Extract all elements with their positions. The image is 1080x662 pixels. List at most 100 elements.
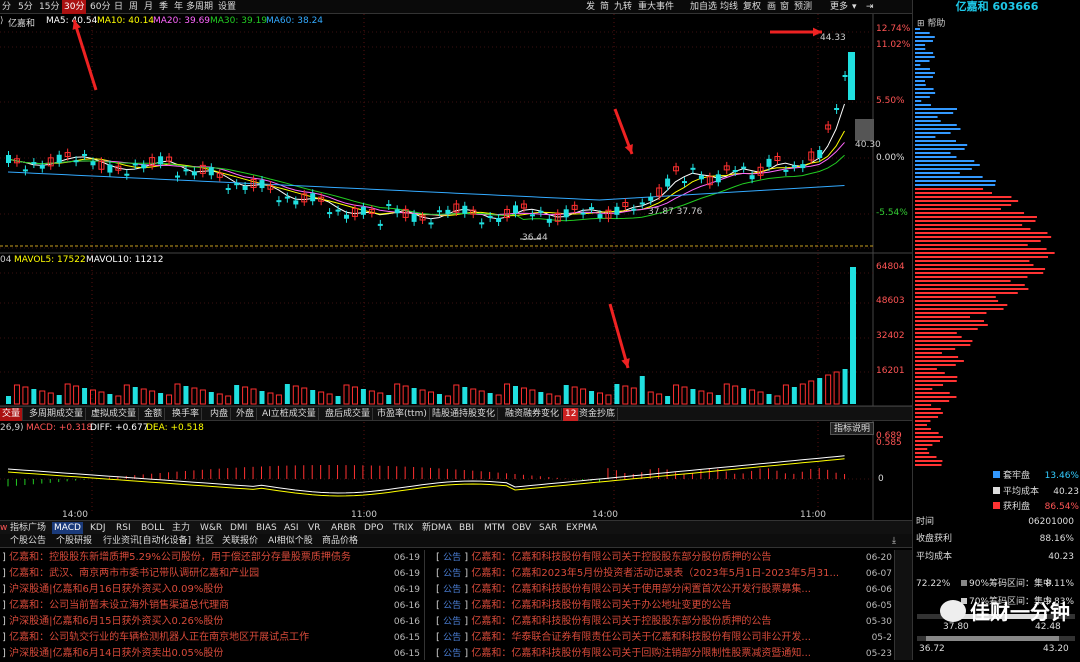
itab-asi[interactable]: ASI	[284, 522, 299, 534]
tool-draw[interactable]: 画	[767, 0, 776, 14]
tool-jian[interactable]: 简	[600, 0, 609, 14]
candle-body	[259, 180, 265, 189]
news-item[interactable]: ] 亿嘉和：武汉、南京两市市委书记带队调研亿嘉和产业园 06-19	[2, 566, 422, 582]
vtab-capital-bottom[interactable]: 资金抄底	[577, 408, 619, 421]
high-price-label: 44.33	[820, 33, 846, 43]
announcement-item[interactable]: [ 公告 ] 亿嘉和：亿嘉和2023年5月份投资者活动记录表（2023年5月1日…	[436, 566, 894, 582]
period-week[interactable]: 周	[127, 0, 140, 14]
ntab-community[interactable]: 社区	[196, 534, 214, 548]
candle-body	[445, 209, 451, 214]
tool-ma[interactable]: 均线	[720, 0, 738, 14]
itab-wr[interactable]: W&R	[200, 522, 222, 534]
news-item[interactable]: ] 沪深股通|亿嘉和6月16日获外资买入0.09%股份 06-19	[2, 582, 422, 598]
itab-dpo[interactable]: DPO	[364, 522, 383, 534]
itab-rsi[interactable]: RSI	[116, 522, 131, 534]
download-icon[interactable]: ⤓	[892, 534, 896, 548]
itab-bbi[interactable]: BBI	[459, 522, 474, 534]
period-quarter[interactable]: 季	[157, 0, 170, 14]
news-item[interactable]: ] 亿嘉和：公司当前暂未设立海外销售渠道总代理商 06-16	[2, 598, 422, 614]
tool-jiuzhuan[interactable]: 九转	[614, 0, 632, 14]
tool-major-events[interactable]: 重大事件	[638, 0, 674, 14]
itab-expma[interactable]: EXPMA	[566, 522, 597, 534]
itab-mtm[interactable]: MTM	[484, 522, 505, 534]
vtab-after-hours[interactable]: 盘后成交量	[323, 408, 374, 421]
period-month[interactable]: 月	[142, 0, 155, 14]
chip-bar	[915, 444, 933, 446]
announcement-item[interactable]: [ 公告 ] 亿嘉和：亿嘉和科技股份有限公司关于控股股东部分股份质押的公告 06-…	[436, 550, 894, 566]
volume-bar	[326, 393, 333, 405]
chip-bar	[915, 160, 975, 162]
itab-square[interactable]: 指标广场	[10, 522, 46, 534]
ntab-related-quotes[interactable]: 关联报价	[222, 534, 258, 548]
itab-boll[interactable]: BOLL	[141, 522, 164, 534]
candle-body	[276, 200, 282, 203]
announcement-item[interactable]: [ 公告 ] 亿嘉和：亿嘉和科技股份有限公司关于使用部分闲置首次公开发行股票募集…	[436, 582, 894, 598]
vtab-outer[interactable]: 外盘	[234, 408, 258, 421]
vtab-northbound[interactable]: 陆股通持股变化	[430, 408, 499, 421]
ntab-industry[interactable]: 行业资讯[自动化设备]	[103, 534, 191, 548]
tool-add-watchlist[interactable]: 加自选	[690, 0, 717, 14]
vtab-multi-volume[interactable]: 多周期成交量	[27, 408, 87, 421]
news-item[interactable]: ] 亿嘉和：控股股东新增质押5.29%公司股份，用于偿还部分存量股票质押债务 06…	[2, 550, 422, 566]
tool-forecast[interactable]: 预测	[794, 0, 812, 14]
chip-bar	[915, 264, 1034, 266]
chevron-down-icon[interactable]: ▾	[852, 0, 857, 14]
itab-main-force[interactable]: 主力	[172, 522, 190, 534]
announcement-item[interactable]: [ 公告 ] 亿嘉和：华泰联合证券有限责任公司关于亿嘉和科技股份有限公司非公开发…	[436, 630, 894, 646]
tool-more[interactable]: 更多	[830, 0, 848, 14]
volume-bar	[39, 390, 46, 405]
news-scrollbar[interactable]	[894, 550, 912, 660]
period-multi[interactable]: 多周期	[184, 0, 215, 14]
volume-bar	[571, 386, 578, 405]
tool-window[interactable]: 窗	[780, 0, 789, 14]
vtab-pe[interactable]: 市盈率(ttm)	[375, 408, 430, 421]
indicator-help-button[interactable]: 指标说明	[830, 422, 875, 435]
candle-body	[690, 167, 696, 170]
announcement-item[interactable]: [ 公告 ] 亿嘉和：亿嘉和科技股份有限公司关于控股股东部分股份质押的公告 05-…	[436, 614, 894, 630]
vtab-volume[interactable]: 交量	[0, 408, 24, 421]
diff-value: DIFF: +0.677	[90, 423, 149, 433]
chip-bar	[915, 156, 957, 158]
volume-bar	[817, 378, 823, 404]
vtab-turnover[interactable]: 换手率	[170, 408, 203, 421]
itab-obv[interactable]: OBV	[512, 522, 531, 534]
itab-dmi[interactable]: DMI	[230, 522, 247, 534]
itab-bias[interactable]: BIAS	[256, 522, 277, 534]
itab-sar[interactable]: SAR	[539, 522, 557, 534]
tool-adjust[interactable]: 复权	[743, 0, 761, 14]
itab-kdj[interactable]: KDJ	[90, 522, 106, 534]
itab-dma[interactable]: 新DMA	[422, 522, 452, 534]
volume-bar	[250, 388, 257, 405]
period-60min[interactable]: 60分	[88, 0, 112, 14]
vtab-amount[interactable]: 金额	[142, 408, 166, 421]
chip-bar	[915, 100, 922, 102]
chip-bar	[915, 396, 957, 398]
period-15min[interactable]: 15分	[37, 0, 61, 14]
candle-body	[848, 52, 855, 100]
chip-bar	[915, 64, 921, 66]
macd-legend: 26,9) MACD: +0.318 DIFF: +0.677 DEA: +0.…	[0, 423, 204, 433]
period-5min[interactable]: 5分	[16, 0, 35, 14]
period-settings[interactable]: 设置	[216, 0, 238, 14]
vtab-ai-volume[interactable]: AI立桩成交量	[260, 408, 319, 421]
period-1min[interactable]: 分	[0, 0, 13, 14]
vtab-margin[interactable]: 融资融券变化	[503, 408, 563, 421]
kline-chart[interactable]	[0, 14, 912, 520]
ntab-commodity[interactable]: 商品价格	[322, 534, 358, 548]
news-item[interactable]: ] 亿嘉和：公司轨交行业的车辆检测机器人正在南京地区开展试点工作 06-15	[2, 630, 422, 646]
vtab-virtual-volume[interactable]: 虚拟成交量	[89, 408, 140, 421]
news-item[interactable]: ] 沪深股通|亿嘉和6月15日获外资买入0.26%股份 06-16	[2, 614, 422, 630]
ntab-announcements[interactable]: 个股公告	[10, 534, 46, 548]
itab-arbr[interactable]: ARBR	[331, 522, 356, 534]
period-30min[interactable]: 30分	[62, 0, 87, 14]
period-day[interactable]: 日	[112, 0, 125, 14]
itab-trix[interactable]: TRIX	[393, 522, 414, 534]
itab-vr[interactable]: VR	[308, 522, 320, 534]
announcement-item[interactable]: [ 公告 ] 亿嘉和：亿嘉和科技股份有限公司关于办公地址变更的公告 06-05	[436, 598, 894, 614]
vtab-inner[interactable]: 内盘	[208, 408, 232, 421]
ntab-ai-similar[interactable]: AI相似个股	[268, 534, 313, 548]
ntab-research[interactable]: 个股研报	[56, 534, 92, 548]
pin-icon[interactable]: ⇥	[866, 0, 874, 14]
itab-macd[interactable]: MACD	[52, 522, 83, 534]
tool-fa[interactable]: 发	[586, 0, 595, 14]
